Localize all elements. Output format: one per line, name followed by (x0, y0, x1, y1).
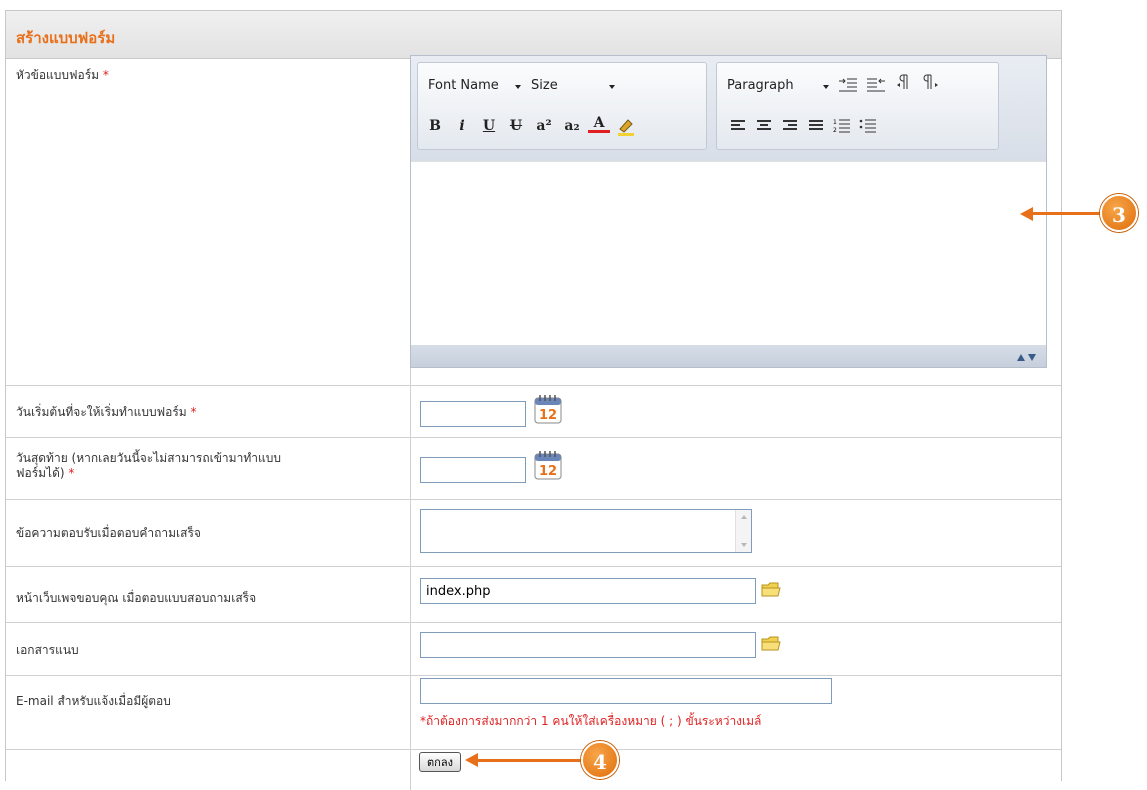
svg-text:2: 2 (833, 127, 837, 134)
outdent-icon[interactable] (865, 76, 887, 94)
font-size-select[interactable]: Size (531, 78, 558, 93)
folder-icon[interactable] (760, 580, 782, 600)
page-title: สร้างแบบฟอร์ม (16, 29, 116, 47)
attachment-label: เอกสารแนบ (16, 643, 79, 657)
column-divider (410, 676, 411, 749)
email-input[interactable] (420, 678, 832, 704)
start-date-label: วันเริ่มต้นที่จะให้เริ่มทำแบบฟอร์ม * (16, 405, 197, 420)
toolbar-group-format: Font Name Size B i U U a² a₂ A (417, 62, 707, 150)
thanks-page-input[interactable] (420, 578, 756, 604)
bold-button[interactable]: B (424, 115, 446, 137)
align-center-icon[interactable] (757, 120, 771, 132)
font-size-dropdown-icon[interactable] (609, 85, 615, 89)
superscript-button[interactable]: a² (531, 115, 557, 137)
end-date-label-line1: วันสุดท้าย (หากเลยวันนี้จะไม่สามารถเข้าม… (16, 451, 281, 465)
subscript-button[interactable]: a₂ (559, 115, 585, 137)
ltr-icon[interactable] (893, 73, 915, 95)
calendar-day-text: 12 (539, 464, 557, 479)
font-name-select[interactable]: Font Name (428, 78, 499, 93)
callout-badge-3: 3 (1100, 194, 1138, 232)
calendar-icon[interactable]: 12 (531, 392, 565, 426)
column-divider (410, 567, 411, 622)
underline-button[interactable]: U (478, 115, 500, 137)
folder-icon[interactable] (760, 634, 782, 654)
callout-badge-4: 4 (581, 741, 619, 779)
editor-toolbar: Font Name Size B i U U a² a₂ A Paragraph (411, 56, 1046, 161)
rtl-icon[interactable] (921, 73, 943, 95)
italic-button[interactable]: i (451, 115, 473, 137)
toolbar-group-paragraph: Paragraph 1 2 (716, 62, 999, 150)
highlight-color-icon[interactable] (615, 115, 637, 137)
reply-message-textarea[interactable] (420, 509, 752, 553)
paragraph-select[interactable]: Paragraph (727, 78, 794, 93)
font-name-dropdown-icon[interactable] (515, 85, 521, 89)
column-divider (410, 500, 411, 566)
calendar-day-text: 12 (539, 408, 557, 423)
required-mark: * (102, 68, 109, 82)
required-mark: * (68, 466, 75, 480)
end-date-input[interactable] (420, 457, 526, 483)
editor-resize-bar[interactable] (411, 345, 1046, 367)
attachment-input[interactable] (420, 632, 756, 658)
align-left-icon[interactable] (731, 120, 745, 132)
submit-button[interactable]: ตกลง (419, 752, 461, 772)
email-help-text: *ถ้าต้องการส่งมากกว่า 1 คนให้ใส่เครื่องห… (420, 714, 762, 728)
column-divider (410, 386, 411, 437)
svg-text:1: 1 (833, 119, 837, 126)
calendar-icon[interactable]: 12 (531, 448, 565, 482)
paragraph-dropdown-icon[interactable] (823, 85, 829, 89)
column-divider (410, 438, 411, 499)
required-mark: * (190, 405, 197, 419)
indent-icon[interactable] (837, 76, 859, 94)
font-color-button[interactable]: A (588, 113, 610, 133)
unordered-list-icon[interactable] (859, 117, 877, 135)
end-date-label-line2: ฟอร์มได้) (16, 466, 65, 480)
email-label: E-mail สำหรับแจ้งเมื่อมีผู้ตอบ (16, 694, 171, 708)
subject-label: หัวข้อแบบฟอร์ม * (16, 68, 109, 83)
strikethrough-button[interactable]: U (505, 115, 527, 137)
subject-label-text: หัวข้อแบบฟอร์ม (16, 68, 100, 82)
end-date-label: วันสุดท้าย (หากเลยวันนี้จะไม่สามารถเข้าม… (16, 451, 281, 481)
start-date-label-text: วันเริ่มต้นที่จะให้เริ่มทำแบบฟอร์ม (16, 405, 187, 419)
align-justify-icon[interactable] (809, 120, 823, 132)
ordered-list-icon[interactable]: 12 (833, 117, 851, 135)
callout-arrow-line (1030, 212, 1102, 215)
column-divider (410, 750, 411, 790)
rich-text-editor: Font Name Size B i U U a² a₂ A Paragraph (410, 55, 1047, 368)
callout-arrow-line (475, 759, 585, 762)
editor-content-area[interactable] (411, 161, 1046, 344)
start-date-input[interactable] (420, 401, 526, 427)
thanks-page-label: หน้าเว็บเพจขอบคุณ เมื่อตอบแบบสอบถามเสร็จ (16, 591, 257, 605)
align-right-icon[interactable] (783, 120, 797, 132)
column-divider (410, 623, 411, 675)
textarea-scrollbar[interactable] (735, 510, 751, 552)
row-submit (6, 750, 1061, 790)
panel-header: สร้างแบบฟอร์ม (6, 11, 1061, 59)
resize-arrows-icon[interactable] (1016, 351, 1038, 361)
reply-message-label: ข้อความตอบรับเมื่อตอบคำถามเสร็จ (16, 526, 201, 540)
